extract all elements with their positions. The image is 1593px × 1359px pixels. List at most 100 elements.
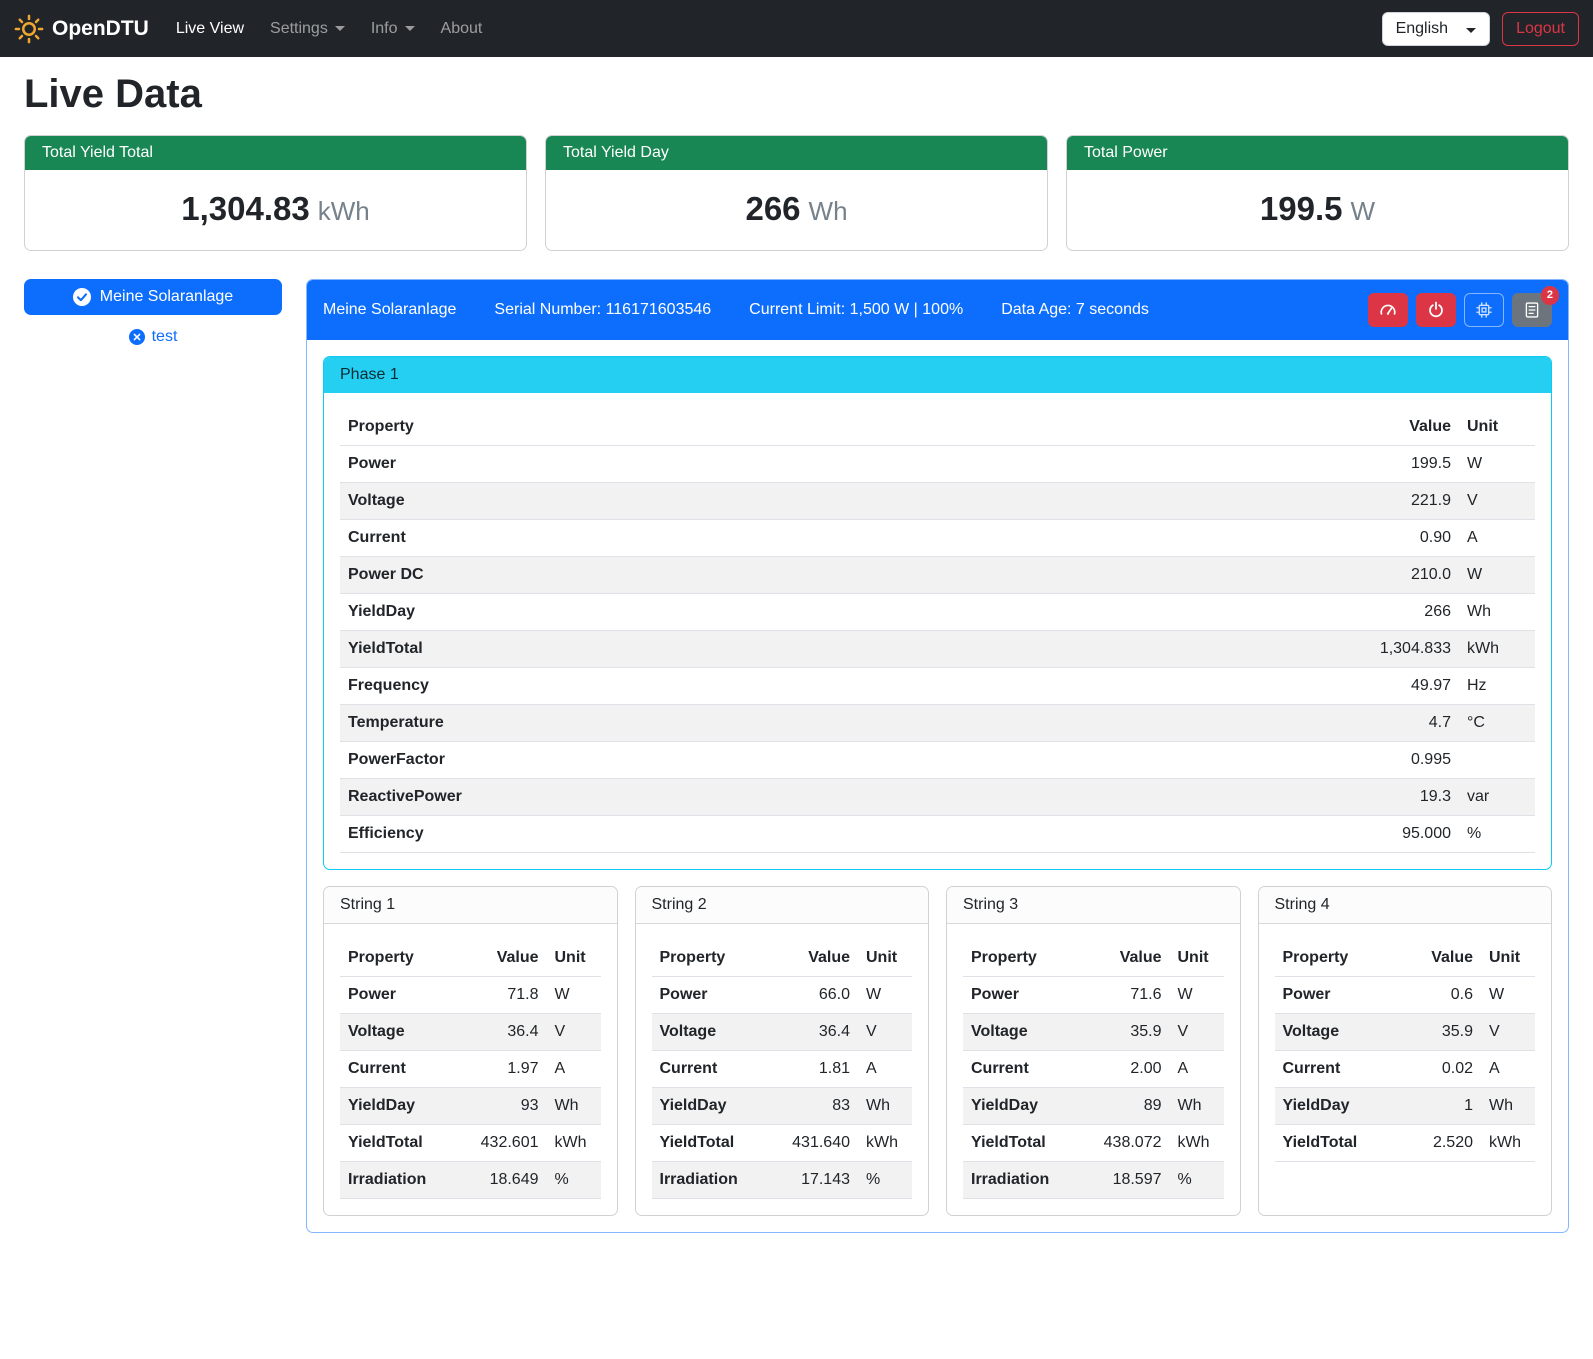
logout-button[interactable]: Logout [1502,12,1579,46]
navbar: OpenDTU Live View Settings Info About En… [0,0,1593,57]
table-header-row: Property Value Unit [1275,940,1536,977]
table-row: Irradiation 18.649 % [340,1162,601,1199]
check-circle-icon [73,288,91,306]
x-circle-icon [129,329,145,345]
inverter-sidebar: Meine Solaranlage test [24,279,282,346]
property-name: YieldTotal [340,631,1319,668]
inverter-name: Meine Solaranlage [323,301,456,319]
table-row: YieldTotal 2.520 kWh [1275,1125,1536,1162]
sidebar-item-meine-solaranlage[interactable]: Meine Solaranlage [24,279,282,315]
property-value: 2.00 [1086,1051,1170,1088]
property-name: Efficiency [340,816,1319,853]
summary-card: Total Yield Total 1,304.83kWh [24,135,527,251]
property-value: 71.6 [1086,977,1170,1014]
summary-card: Total Power 199.5W [1066,135,1569,251]
table-row: Current 0.02 A [1275,1051,1536,1088]
property-name: Current [1275,1051,1398,1088]
property-value: 71.8 [463,977,547,1014]
property-unit: A [1459,520,1535,557]
table-row: Frequency 49.97 Hz [340,668,1535,705]
table-row: Power 199.5 W [340,446,1535,483]
inverter-limit: Current Limit: 1,500 W | 100% [749,301,963,319]
string-card-3: String 3 Property Value Unit [946,886,1241,1216]
event-log-button[interactable]: 2 [1512,293,1552,327]
property-unit: % [1459,816,1535,853]
property-unit: W [1481,977,1535,1014]
property-unit: V [1170,1014,1224,1051]
table-row: Power 0.6 W [1275,977,1536,1014]
property-name: Irradiation [340,1162,463,1199]
table-header-row: Property Value Unit [963,940,1224,977]
summary-card-unit: kWh [318,196,370,226]
property-name: Irradiation [963,1162,1086,1199]
strings-grid: String 1 Property Value Unit [323,886,1552,1216]
table-header-row: Property Value Unit [340,940,601,977]
brand[interactable]: OpenDTU [14,14,149,44]
property-unit: var [1459,779,1535,816]
property-unit: W [547,977,601,1014]
property-unit: A [1481,1051,1535,1088]
property-unit: Wh [858,1088,912,1125]
table-row: YieldTotal 1,304.833 kWh [340,631,1535,668]
string-table: Property Value Unit Power [963,940,1224,1199]
column-header-value: Value [774,940,858,977]
property-name: Voltage [340,483,1319,520]
table-row: YieldDay 89 Wh [963,1088,1224,1125]
property-value: 35.9 [1397,1014,1481,1051]
property-unit: % [858,1162,912,1199]
table-row: Irradiation 18.597 % [963,1162,1224,1199]
property-value: 266 [1319,594,1459,631]
property-value: 18.597 [1086,1162,1170,1199]
property-name: PowerFactor [340,742,1319,779]
column-header-unit: Unit [547,940,601,977]
property-name: Current [652,1051,775,1088]
nav-item-live-view[interactable]: Live View [163,12,257,46]
property-unit: W [858,977,912,1014]
table-row: Voltage 35.9 V [963,1014,1224,1051]
device-info-button[interactable] [1464,293,1504,327]
property-name: YieldTotal [1275,1125,1398,1162]
language-select[interactable]: English [1382,12,1490,46]
nav-item-about[interactable]: About [428,12,496,46]
property-unit: % [547,1162,601,1199]
column-header-unit: Unit [1459,409,1535,446]
nav-item-settings[interactable]: Settings [257,12,358,46]
sidebar-item-test[interactable]: test [24,328,282,346]
inverter-panel: Meine Solaranlage Serial Number: 1161716… [306,279,1569,1233]
journal-icon [1523,301,1541,319]
property-unit: kWh [1481,1125,1535,1162]
property-unit: A [547,1051,601,1088]
table-row: YieldDay 1 Wh [1275,1088,1536,1125]
property-name: Current [963,1051,1086,1088]
table-row: Voltage 36.4 V [340,1014,601,1051]
property-unit: W [1170,977,1224,1014]
property-unit: Wh [1170,1088,1224,1125]
property-unit: Wh [1459,594,1535,631]
nav-item-info[interactable]: Info [358,12,428,46]
column-header-property: Property [652,940,775,977]
property-name: YieldDay [340,1088,463,1125]
string-card-title: String 3 [947,887,1240,924]
table-row: YieldDay 266 Wh [340,594,1535,631]
summary-card: Total Yield Day 266Wh [545,135,1048,251]
table-row: Current 1.81 A [652,1051,913,1088]
column-header-unit: Unit [1481,940,1535,977]
property-value: 83 [774,1088,858,1125]
power-button[interactable] [1416,293,1456,327]
property-unit: kWh [1170,1125,1224,1162]
property-value: 36.4 [463,1014,547,1051]
table-row: Power 71.6 W [963,977,1224,1014]
property-value: 1,304.833 [1319,631,1459,668]
table-row: YieldTotal 438.072 kWh [963,1125,1224,1162]
table-row: YieldTotal 431.640 kWh [652,1125,913,1162]
table-row: Voltage 36.4 V [652,1014,913,1051]
page-title: Live Data [24,72,1569,117]
property-unit: V [858,1014,912,1051]
limit-settings-button[interactable] [1368,293,1408,327]
column-header-value: Value [1397,940,1481,977]
property-unit: kWh [1459,631,1535,668]
table-row: Irradiation 17.143 % [652,1162,913,1199]
property-unit: Wh [547,1088,601,1125]
property-value: 19.3 [1319,779,1459,816]
property-value: 17.143 [774,1162,858,1199]
